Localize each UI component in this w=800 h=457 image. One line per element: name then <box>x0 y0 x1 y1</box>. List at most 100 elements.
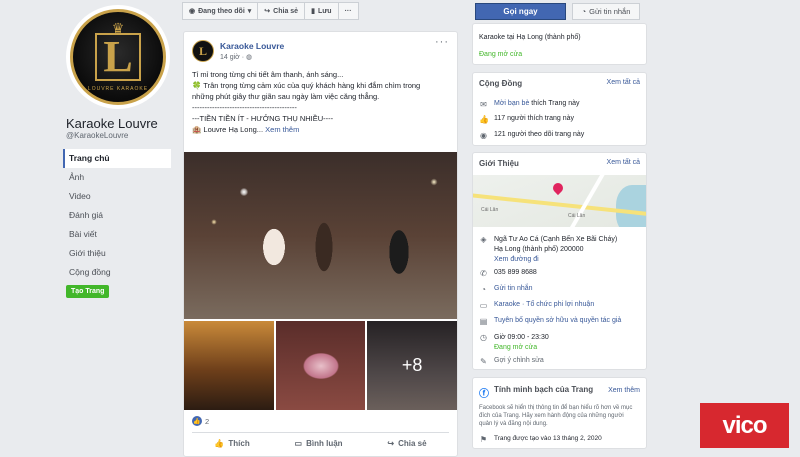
send-message-label: Gửi tin nhắn <box>589 7 631 16</box>
message-row[interactable]: ◔ Gửi tin nhắn <box>479 285 532 294</box>
see-more-link[interactable]: Xem thêm <box>265 125 299 134</box>
transparency-card: ⓕ Tính minh bạch của Trang Xem thêm Face… <box>472 377 647 449</box>
more-options-button[interactable]: ··· <box>338 2 359 20</box>
send-message-button[interactable]: ◔ Gửi tin nhắn <box>572 3 640 20</box>
share-button[interactable]: ↪ Chia sẻ <box>258 2 306 20</box>
community-title: Cộng Đồng <box>479 79 523 88</box>
logo-letter: L <box>95 33 141 81</box>
phone-icon: ✆ <box>480 269 487 278</box>
nav-item-home[interactable]: Trang chủ <box>63 149 171 168</box>
post-card: L Karaoke Louvre 14 giờ · ◍ ··· Tỉ mỉ tr… <box>183 31 458 457</box>
thumbs-up-icon: 👍 <box>479 115 489 124</box>
nav-item-about[interactable]: Giới thiệu <box>63 244 171 263</box>
transparency-text: Facebook sẽ hiển thị thông tin để bạn hi… <box>479 405 633 427</box>
post-photo-thumb[interactable] <box>275 321 366 410</box>
invite-icon: ✉ <box>480 100 487 109</box>
post-photo-thumb[interactable]: +8 <box>367 321 458 410</box>
community-card: Cộng Đồng Xem tất cả ✉ Mời bạn bè thích … <box>472 72 647 146</box>
create-page-button[interactable]: Tạo Trang <box>66 285 110 298</box>
like-reaction-icon: 👍 <box>192 416 202 426</box>
following-label: Đang theo dõi <box>198 7 245 15</box>
about-see-all[interactable]: Xem tất cả <box>607 159 640 166</box>
comment-icon: ▭ <box>294 439 303 448</box>
post-photo-thumb[interactable] <box>184 321 274 410</box>
category-row: ▭ Karaoke · Tổ chức phi lợi nhuận <box>479 301 595 310</box>
community-see-all[interactable]: Xem tất cả <box>607 79 640 86</box>
crown-icon: ♛ <box>111 20 125 36</box>
address-row: ◈ Ngã Tư Ao Cá (Cạnh Bến Xe Bãi Cháy) Hạ… <box>480 235 618 263</box>
nav-item-photos[interactable]: Ảnh <box>63 168 171 187</box>
like-button[interactable]: 👍 Thích <box>214 439 249 448</box>
thumbs-up-icon: 👍 <box>214 439 225 448</box>
nav-item-posts[interactable]: Bài viết <box>63 225 171 244</box>
nav-item-community[interactable]: Cộng đồng <box>63 263 171 282</box>
logo-ring-text: LOUVRE KARAOKE <box>87 86 149 92</box>
bookmark-icon: ▮ <box>311 8 315 15</box>
following-button[interactable]: ◉ Đang theo dõi ▾ <box>182 2 259 20</box>
about-summary-card: Karaoke tại Hạ Long (thành phố) Đang mở … <box>472 23 647 65</box>
messenger-icon: ◔ <box>481 285 486 294</box>
category-location: Karaoke tại Hạ Long (thành phố) <box>479 34 581 41</box>
chevron-down-icon: ▾ <box>247 8 252 15</box>
post-timestamp[interactable]: 14 giờ · ◍ <box>220 53 252 61</box>
category-link[interactable]: Karaoke <box>494 301 520 308</box>
page-title: Karaoke Louvre <box>66 116 158 131</box>
page-action-bar: ◉ Đang theo dõi ▾ ↪ Chia sẻ ▮ Lưu ··· <box>182 2 359 20</box>
page-handle[interactable]: @KaraokeLouvre <box>66 131 128 140</box>
more-photos-count[interactable]: +8 <box>367 321 458 410</box>
post-photo-row: +8 <box>184 321 458 410</box>
likes-row: 👍 117 người thích trang này <box>479 115 574 124</box>
comment-button[interactable]: ▭ Bình luận <box>295 439 343 448</box>
post-author-name[interactable]: Karaoke Louvre <box>220 41 284 51</box>
clock-icon: ◷ <box>480 333 487 342</box>
nav-item-videos[interactable]: Video <box>63 187 171 206</box>
document-icon: ▤ <box>479 317 488 326</box>
page-created-row: ⚑ Trang được tạo vào 13 tháng 2, 2020 <box>479 435 602 444</box>
map-label: Cái Lân <box>481 207 499 213</box>
post-photo-main[interactable] <box>184 152 457 319</box>
vico-watermark-logo: vico <box>700 403 789 448</box>
directions-icon: ◈ <box>480 235 487 244</box>
post-line: ---TIỀN TIỀN ÍT - HƯỞNG THỤ NHIỀU---- <box>192 114 334 123</box>
invite-friends-link[interactable]: Mời bạn bè <box>494 100 529 107</box>
messenger-icon: ◔ <box>581 7 587 16</box>
suggest-edit-row[interactable]: ✎ Gợi ý chỉnh sửa <box>479 357 544 366</box>
save-label: Lưu <box>317 7 332 15</box>
phone-row[interactable]: ✆ 035 899 8688 <box>479 269 537 278</box>
facebook-icon: ⓕ <box>479 389 489 400</box>
follows-row: ◉ 121 người theo dõi trang này <box>480 131 585 140</box>
post-author-avatar[interactable]: L <box>192 40 214 62</box>
directions-link[interactable]: Xem đường đi <box>494 256 539 263</box>
left-nav: Trang chủ Ảnh Video Đánh giá Bài viết Gi… <box>63 149 171 282</box>
map-label: Cái Lân <box>568 213 586 219</box>
share-post-button[interactable]: ↪ Chia sẻ <box>387 439 426 448</box>
post-line: Tỉ mỉ trong từng chi tiết âm thanh, ánh … <box>192 70 344 79</box>
transparency-title-row: ⓕ Tính minh bạch của Trang <box>479 385 594 400</box>
map-water <box>616 185 646 227</box>
pencil-icon: ✎ <box>480 357 487 366</box>
post-line: 🍀 Trân trọng từng cảm xúc của quý khách … <box>192 81 421 90</box>
globe-icon: ◍ <box>246 54 253 61</box>
ownership-row[interactable]: ▤ Tuyên bố quyền sở hữu và quyền tác giả <box>479 317 622 326</box>
reaction-count: 2 <box>205 416 210 426</box>
open-status: Đang mở cửa <box>479 51 523 58</box>
location-map[interactable]: Cái Lân Cái Lân <box>473 175 646 227</box>
post-menu-button[interactable]: ··· <box>435 36 449 48</box>
hours-open-status: Đang mở cửa <box>494 344 538 351</box>
save-button[interactable]: ▮ Lưu <box>305 2 339 20</box>
post-text: Tỉ mỉ trong từng chi tiết âm thanh, ánh … <box>192 69 454 135</box>
share-icon: ↪ <box>264 8 271 15</box>
map-pin-icon <box>550 180 566 196</box>
flag-icon: ⚑ <box>479 435 488 444</box>
transparency-see-more[interactable]: Xem thêm <box>608 387 640 394</box>
rss-icon: ◉ <box>480 131 487 140</box>
map-road <box>563 175 607 227</box>
about-title: Giới Thiệu <box>479 159 519 168</box>
nav-item-reviews[interactable]: Đánh giá <box>63 206 171 225</box>
post-line: 🏨 Louvre Hạ Long... <box>192 125 264 134</box>
invite-friends-row[interactable]: ✉ Mời bạn bè thích Trang này <box>479 100 579 109</box>
post-actions: 👍 Thích ▭ Bình luận ↪ Chia sẻ <box>192 432 449 454</box>
reaction-summary[interactable]: 👍 2 <box>192 416 209 426</box>
call-now-button[interactable]: Gọi ngay <box>475 3 566 20</box>
page-profile-picture[interactable]: ♛ L LOUVRE KARAOKE <box>66 5 170 109</box>
